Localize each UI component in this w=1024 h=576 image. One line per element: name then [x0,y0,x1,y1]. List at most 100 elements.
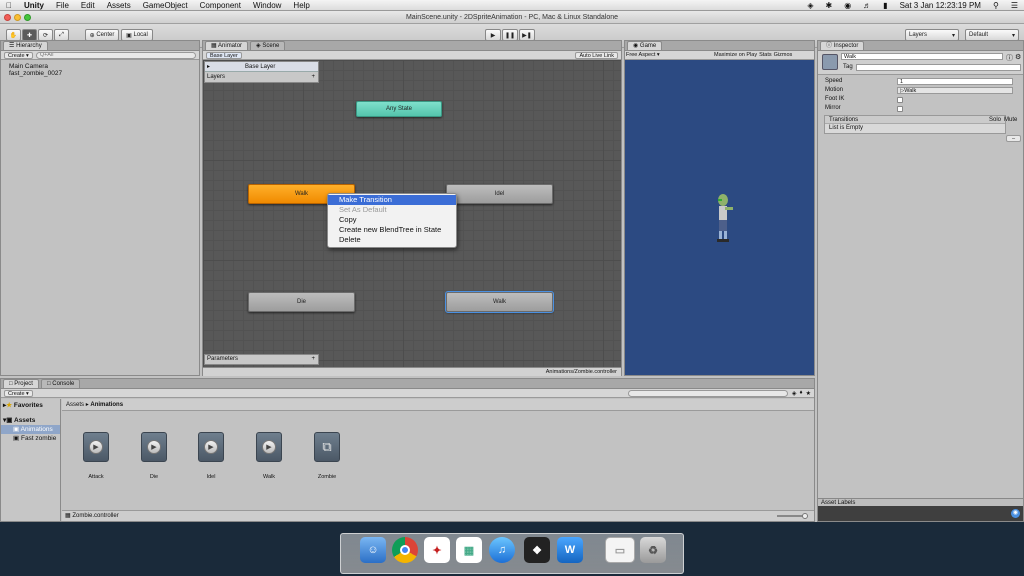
menu-unity[interactable]: Unity [18,1,50,10]
mirror-checkbox[interactable] [897,106,903,112]
menu-edit[interactable]: Edit [75,1,101,10]
asset-label: Walk [262,474,276,480]
menu-item-make-transition[interactable]: Make Transition [328,195,456,205]
menu-window[interactable]: Window [247,1,287,10]
game-tabstrip: ◉ Game [625,41,814,51]
tab-animator[interactable]: ▦ Animator [205,41,249,50]
hierarchy-tabstrip: ☰ Hierarchy [1,41,199,51]
asset-idel[interactable]: ▶ Idel [191,432,231,480]
breadcrumb-assets[interactable]: Assets [66,402,84,408]
tab-game[interactable]: ◉ Game [627,41,663,50]
expand-arrow-icon: ▸ [207,64,211,70]
remove-transition-button[interactable]: – [1006,135,1022,142]
filter-type-icon[interactable]: ◈ [792,390,797,397]
gizmos-dropdown[interactable]: Gizmos [774,52,793,58]
project-tab-label: Project [14,381,33,387]
menu-component[interactable]: Component [194,1,247,10]
layers-label: Layers [207,74,226,80]
tab-console[interactable]: □ Console [40,379,81,388]
minimize-window-icon[interactable] [14,14,21,21]
menu-item-delete[interactable]: Delete [328,235,456,245]
tab-scene[interactable]: ◈ Scene [250,41,286,50]
menu-item-set-as-default[interactable]: Set As Default [328,205,456,215]
state-die[interactable]: Die [248,292,355,312]
filter-label-icon[interactable]: ♦ [800,390,803,396]
add-parameter-icon[interactable]: + [311,355,315,364]
project-panel: □ Project □ Console Create ▾ ◈ ♦ ★ ▸★ Fa… [0,378,815,522]
close-window-icon[interactable] [4,14,11,21]
project-search-input[interactable] [627,389,788,397]
base-layer-row[interactable]: ▸ Base Layer [205,62,318,72]
assets-row[interactable]: ▾▣ Assets [1,416,60,425]
auto-live-link-button[interactable]: Auto Live Link [575,51,618,59]
tab-inspector[interactable]: ⓘ Inspector [820,41,865,50]
add-layer-icon[interactable]: + [311,72,315,82]
folder-fast-zombie[interactable]: ▣ Fast zombie [1,434,60,443]
launchpad-grid-icon[interactable]: ▦ [456,537,482,563]
tab-project[interactable]: □ Project [3,379,39,388]
project-folder-tree: ▸★ Favorites ▾▣ Assets ▣ Animations ▣ Fa… [1,399,61,521]
settings-gear-icon[interactable]: ⚙ [1015,53,1021,61]
maximize-on-play-toggle[interactable]: Maximize on Play [714,52,757,58]
animator-breadcrumb[interactable]: Base Layer [206,51,242,59]
menu-item-copy[interactable]: Copy [328,215,456,225]
preview-window-icon[interactable]: ▭ [605,537,635,563]
unity-icon[interactable]: ❖ [524,537,550,563]
menu-help[interactable]: Help [287,1,315,10]
wifi-icon[interactable]: ◉ [838,1,857,10]
label-tag-icon[interactable]: ◉ [1011,509,1020,518]
state-any-state[interactable]: Any State [356,101,442,117]
itunes-icon[interactable]: ♫ [489,537,515,563]
menu-item-create-blendtree[interactable]: Create new BlendTree in State [328,225,456,235]
favorites-row[interactable]: ▸★ Favorites [1,401,60,410]
console-tab-label: Console [52,381,75,387]
breadcrumb-animations[interactable]: Animations [90,402,123,408]
folder-animations[interactable]: ▣ Animations [1,425,60,434]
folder-icon: □ [9,381,13,387]
hierarchy-search-input[interactable] [35,51,196,59]
photo-editor-icon[interactable]: ✦ [424,537,450,563]
asset-attack[interactable]: ▶ Attack [76,432,116,480]
dropbox-icon[interactable]: ◈ [801,1,819,10]
transitions-empty: List is Empty [829,125,864,131]
spotlight-search-icon[interactable]: ⚲ [987,1,1005,10]
foot-ik-checkbox[interactable] [897,97,903,103]
asset-label: Zombie [317,474,337,480]
help-icon[interactable]: ⓘ [1006,53,1013,63]
bluetooth-icon[interactable]: ✱ [819,1,838,10]
speed-field[interactable]: 1 [897,78,1013,85]
menu-assets[interactable]: Assets [101,1,137,10]
volume-icon[interactable]: ♬ [857,1,877,10]
battery-icon[interactable]: ▮ [877,1,893,10]
state-idel[interactable]: Idel [446,184,553,204]
hierarchy-item-fast-zombie[interactable]: fast_zombie_0027 [1,69,199,78]
inspector-header: Walk ⓘ ⚙ Tag [818,51,1023,75]
animator-toolbar: Base Layer Auto Live Link [203,51,621,60]
tab-hierarchy[interactable]: ☰ Hierarchy [3,41,48,50]
zoom-window-icon[interactable] [24,14,31,21]
tag-field[interactable] [856,64,1021,71]
state-walk-selected[interactable]: Walk [445,291,554,313]
menubar-clock[interactable]: Sat 3 Jan 12:23:19 PM [894,1,987,10]
asset-zombie-controller[interactable]: ⧉ Zombie [307,432,347,480]
asset-walk[interactable]: ▶ Walk [249,432,289,480]
center-label: Center [96,32,115,38]
hierarchy-create-button[interactable]: Create ▾ [4,51,33,59]
apple-icon[interactable]:  [0,1,18,10]
list-icon: ☰ [9,43,15,49]
menu-gameobject[interactable]: GameObject [137,1,194,10]
motion-field[interactable]: ▷Walk [897,87,1013,94]
word-icon[interactable]: W [557,537,583,563]
aspect-dropdown[interactable]: Free Aspect ▾ [626,52,712,58]
state-name-field[interactable]: Walk [841,53,1003,60]
asset-die[interactable]: ▶ Die [134,432,174,480]
favorite-star-icon[interactable]: ★ [806,390,811,397]
finder-icon[interactable]: ☺ [360,537,386,563]
notification-center-icon[interactable]: ☰ [1005,1,1024,10]
icon-size-slider-thumb[interactable] [802,513,808,519]
trash-icon[interactable]: ♻ [640,537,666,563]
project-create-button[interactable]: Create ▾ [4,389,33,397]
menu-file[interactable]: File [50,1,75,10]
stats-toggle[interactable]: Stats [759,52,772,58]
chrome-icon[interactable] [392,537,418,563]
